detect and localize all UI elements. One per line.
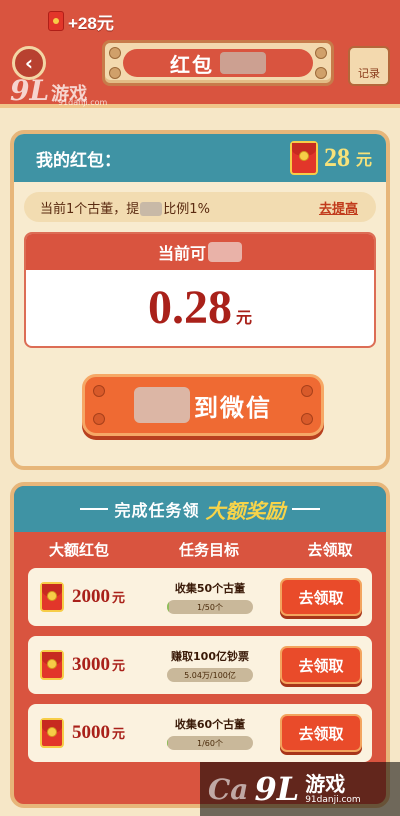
task-row: 5000 元 收集60个古董 1/60个 去领取 xyxy=(28,704,372,762)
task-row: 3000 元 赚取100亿钞票 5.04万/100亿 去领取 xyxy=(28,636,372,694)
bolt-icon xyxy=(93,385,105,397)
task-progress-bar: 1/60个 xyxy=(167,736,253,750)
wallet-label: 我的红包： xyxy=(36,150,121,170)
censored-region xyxy=(220,52,266,74)
column-header-reward: 大额红包 xyxy=(48,541,109,559)
task-progress-bar: 1/50个 xyxy=(167,600,253,614)
bolt-icon xyxy=(315,67,327,79)
page-title: 红包 xyxy=(170,54,214,77)
wallet-card: 我的红包： 28 元 当前1个古董，提 比例1% 去提高 当前可 0.28 元 到… xyxy=(10,130,390,470)
withdrawable-label: 当前可 xyxy=(157,246,206,263)
claim-button[interactable]: 去领取 xyxy=(280,578,362,616)
withdrawable-amount-row: 0.28 元 xyxy=(26,270,374,346)
task-progress-label: 1/60个 xyxy=(197,738,223,748)
red-envelope-icon xyxy=(40,718,64,748)
censored-region xyxy=(208,242,242,262)
reward-toast-text: +28元 xyxy=(68,13,114,33)
task-progress-label: 1/50个 xyxy=(197,602,223,612)
record-button[interactable]: 记录 xyxy=(348,46,390,86)
balance-display: 28 元 xyxy=(289,141,372,175)
claim-button[interactable]: 去领取 xyxy=(280,646,362,684)
censored-region xyxy=(134,387,190,423)
balance-amount: 28 xyxy=(323,143,350,172)
red-envelope-icon xyxy=(48,11,64,31)
bolt-icon xyxy=(109,47,121,59)
title-banner: 红包 xyxy=(123,49,313,77)
task-column-headers: 大额红包 任务目标 去领取 xyxy=(14,532,386,566)
task-goal: 赚取100亿钞票 5.04万/100亿 xyxy=(156,648,264,682)
task-card: 完成任务领 大额奖励 大额红包 任务目标 去领取 2000 元 收集50个古董 1… xyxy=(10,482,390,808)
task-goal-text: 赚取100亿钞票 xyxy=(171,650,249,663)
red-envelope-icon xyxy=(40,582,64,612)
red-envelope-icon xyxy=(40,650,64,680)
watermark-name: 游戏 xyxy=(305,772,346,796)
site-watermark-bottom: Ca 9L 游戏 91danji.com xyxy=(200,762,400,816)
task-progress-bar: 5.04万/100亿 xyxy=(167,668,253,682)
censored-region xyxy=(140,202,163,216)
watermark-logo: 9L xyxy=(254,770,300,808)
task-banner-highlight: 大额奖励 xyxy=(205,500,286,523)
column-header-claim: 去领取 xyxy=(307,541,353,559)
task-banner-text: 完成任务领 xyxy=(114,503,200,520)
task-goal-text: 收集60个古董 xyxy=(174,718,246,731)
task-reward: 3000 元 xyxy=(72,654,126,675)
bolt-icon xyxy=(301,385,313,397)
claim-button[interactable]: 去领取 xyxy=(280,714,362,752)
task-goal: 收集50个古董 1/50个 xyxy=(156,580,264,614)
watermark-letters: Ca xyxy=(208,772,249,806)
withdrawable-unit: 元 xyxy=(235,308,252,327)
task-goal-text: 收集50个古董 xyxy=(174,582,246,595)
ratio-text: 当前1个古董，提 比例1% xyxy=(40,201,210,217)
site-watermark: 9L 游戏 91danji.com xyxy=(10,74,107,107)
title-plank: 红包 xyxy=(102,40,334,86)
red-envelope-icon xyxy=(289,141,318,175)
watermark-url: 91danji.com xyxy=(58,98,108,107)
divider xyxy=(291,508,320,510)
bolt-icon xyxy=(93,413,105,425)
watermark-logo: 9L xyxy=(10,74,50,107)
task-reward: 2000 元 xyxy=(72,586,126,607)
column-header-goal: 任务目标 xyxy=(178,541,239,559)
bolt-icon xyxy=(301,413,313,425)
reward-toast: +28元 xyxy=(48,8,114,34)
record-label: 记录 xyxy=(358,67,380,80)
task-row: 2000 元 收集50个古董 1/50个 去领取 xyxy=(28,568,372,626)
balance-unit: 元 xyxy=(355,150,372,169)
ratio-bar: 当前1个古董，提 比例1% 去提高 xyxy=(24,192,376,222)
bolt-icon xyxy=(109,67,121,79)
task-goal: 收集60个古董 1/60个 xyxy=(156,716,264,750)
wallet-header: 我的红包： 28 元 xyxy=(14,134,386,182)
withdraw-to-wechat-button[interactable]: 到微信 xyxy=(82,374,324,436)
top-header: +28元 ‹ 红包 记录 9L 游戏 91danji.com xyxy=(0,0,400,108)
task-progress-label: 5.04万/100亿 xyxy=(184,670,236,680)
improve-link[interactable]: 去提高 xyxy=(319,198,358,217)
withdrawable-panel: 当前可 0.28 元 xyxy=(24,232,376,348)
watermark-url: 91danji.com xyxy=(305,795,361,805)
bolt-icon xyxy=(315,47,327,59)
withdraw-button-label: 到微信 xyxy=(194,394,272,422)
withdrawable-amount: 0.28 xyxy=(147,281,232,334)
watermark-text-block: 游戏 91danji.com xyxy=(305,773,360,805)
task-reward: 5000 元 xyxy=(72,722,126,743)
task-banner: 完成任务领 大额奖励 xyxy=(14,486,386,532)
divider xyxy=(80,508,109,510)
back-arrow-icon: ‹ xyxy=(24,51,34,75)
withdrawable-header: 当前可 xyxy=(26,234,374,270)
